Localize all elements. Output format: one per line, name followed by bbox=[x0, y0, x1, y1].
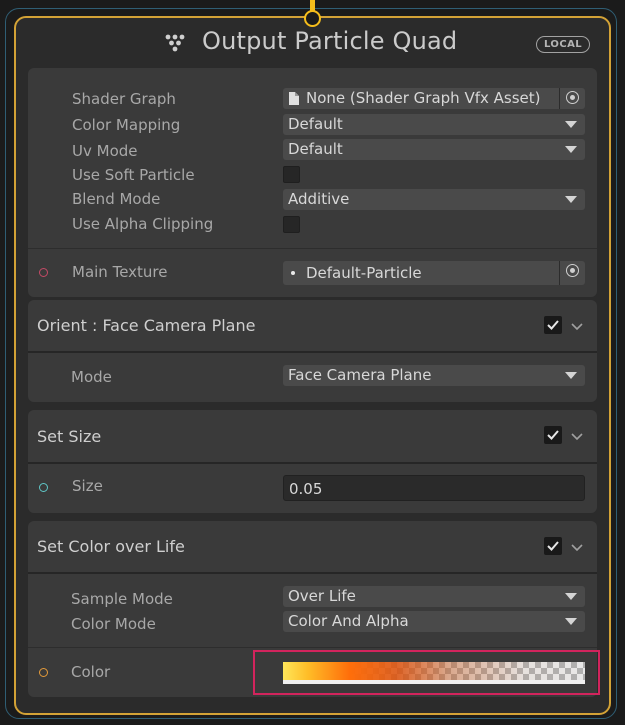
shader-graph-label: Shader Graph bbox=[72, 90, 176, 108]
use-soft-particle-toggle[interactable] bbox=[283, 166, 300, 183]
size-input-slot[interactable] bbox=[39, 483, 48, 492]
chevron-down-icon[interactable] bbox=[571, 543, 583, 553]
set-size-block[interactable]: Set Size Size 0.05 bbox=[28, 410, 597, 513]
dropdown-arrow-icon bbox=[565, 372, 577, 379]
dropdown-arrow-icon bbox=[565, 196, 577, 203]
block-header-divider bbox=[28, 572, 597, 574]
sample-mode-dropdown[interactable]: Over Life bbox=[283, 586, 585, 607]
set-size-block-title: Set Size bbox=[37, 427, 102, 446]
shader-graph-field[interactable]: None (Shader Graph Vfx Asset) bbox=[283, 88, 585, 109]
dropdown-arrow-icon bbox=[565, 618, 577, 625]
color-label: Color bbox=[71, 663, 111, 681]
dropdown-arrow-icon bbox=[565, 146, 577, 153]
particle-output-icon bbox=[165, 34, 185, 52]
set-size-enabled-checkbox[interactable] bbox=[544, 426, 562, 444]
divider bbox=[28, 248, 597, 249]
dropdown-arrow-icon bbox=[565, 593, 577, 600]
orient-mode-label: Mode bbox=[71, 368, 112, 386]
color-mapping-dropdown[interactable]: Default bbox=[283, 114, 585, 135]
set-color-over-life-title: Set Color over Life bbox=[37, 537, 185, 556]
color-input-slot[interactable] bbox=[39, 668, 48, 677]
object-picker-icon[interactable] bbox=[559, 261, 585, 285]
size-input[interactable]: 0.05 bbox=[283, 475, 585, 501]
chevron-down-icon[interactable] bbox=[571, 322, 583, 332]
orient-mode-dropdown[interactable]: Face Camera Plane bbox=[283, 365, 585, 386]
main-texture-input-slot[interactable] bbox=[39, 268, 48, 277]
checkmark-icon bbox=[547, 320, 559, 330]
uv-mode-dropdown[interactable]: Default bbox=[283, 139, 585, 160]
output-settings-block: Shader Graph None (Shader Graph Vfx Asse… bbox=[28, 68, 597, 297]
uv-mode-value: Default bbox=[288, 140, 343, 158]
node-header[interactable]: Output Particle Quad LOCAL bbox=[16, 18, 609, 66]
color-mapping-value: Default bbox=[288, 115, 343, 133]
blend-mode-value: Additive bbox=[288, 190, 350, 208]
orient-mode-value: Face Camera Plane bbox=[288, 366, 432, 384]
set-color-over-life-enabled-checkbox[interactable] bbox=[544, 537, 562, 555]
main-texture-value: Default-Particle bbox=[306, 264, 422, 282]
checkmark-icon bbox=[547, 541, 559, 551]
uv-mode-label: Uv Mode bbox=[72, 142, 138, 160]
space-badge[interactable]: LOCAL bbox=[536, 36, 590, 53]
orient-enabled-checkbox[interactable] bbox=[544, 316, 562, 334]
sample-mode-value: Over Life bbox=[288, 587, 356, 605]
node-title: Output Particle Quad bbox=[202, 27, 458, 55]
main-texture-field[interactable]: Default-Particle bbox=[283, 261, 585, 285]
document-icon bbox=[289, 92, 299, 105]
size-label: Size bbox=[72, 477, 103, 495]
checkmark-icon bbox=[547, 430, 559, 440]
texture-thumbnail-icon bbox=[291, 271, 295, 275]
block-header-divider bbox=[28, 462, 597, 464]
use-alpha-clipping-label: Use Alpha Clipping bbox=[72, 215, 214, 233]
chevron-down-icon[interactable] bbox=[571, 432, 583, 442]
color-mode-label: Color Mode bbox=[71, 615, 156, 633]
use-alpha-clipping-toggle[interactable] bbox=[283, 216, 300, 233]
block-header-divider bbox=[28, 351, 597, 353]
sample-mode-label: Sample Mode bbox=[71, 590, 173, 608]
shader-graph-value: None (Shader Graph Vfx Asset) bbox=[306, 89, 541, 107]
color-gradient-field[interactable] bbox=[283, 662, 585, 684]
blend-mode-label: Blend Mode bbox=[72, 190, 161, 208]
dropdown-arrow-icon bbox=[565, 121, 577, 128]
object-picker-icon[interactable] bbox=[559, 88, 585, 109]
divider bbox=[28, 647, 597, 648]
main-texture-label: Main Texture bbox=[72, 263, 168, 281]
color-mode-dropdown[interactable]: Color And Alpha bbox=[283, 611, 585, 632]
use-soft-particle-label: Use Soft Particle bbox=[72, 166, 195, 184]
orient-block-title: Orient : Face Camera Plane bbox=[37, 316, 256, 335]
blend-mode-dropdown[interactable]: Additive bbox=[283, 189, 585, 210]
orient-block[interactable]: Orient : Face Camera Plane Mode Face Cam… bbox=[28, 300, 597, 402]
color-mode-value: Color And Alpha bbox=[288, 612, 409, 630]
color-mapping-label: Color Mapping bbox=[72, 116, 181, 134]
